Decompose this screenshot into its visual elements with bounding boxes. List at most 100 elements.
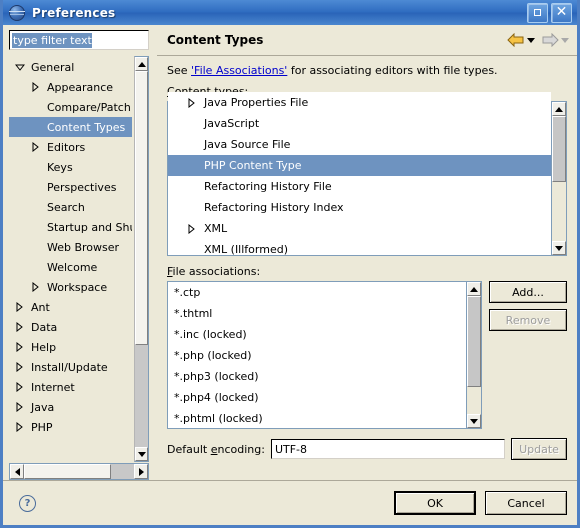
ct-scroll-down-button[interactable]	[552, 241, 566, 255]
forward-button[interactable]	[541, 33, 569, 47]
tree-item[interactable]: General	[9, 57, 132, 77]
add-button[interactable]: Add...	[489, 281, 567, 303]
file-associations-list-body[interactable]: *.ctp *.thtml *.inc (locked) *.php (locked)…	[168, 282, 466, 428]
content-type-row[interactable]: PHP Content Type	[168, 155, 551, 176]
file-association-row[interactable]: *.thtml	[168, 303, 466, 324]
file-association-row[interactable]: *.inc (locked)	[168, 324, 466, 345]
chevron-right-icon[interactable]	[13, 302, 26, 312]
maximize-button[interactable]	[527, 2, 548, 23]
scroll-left-button[interactable]	[10, 464, 24, 479]
tree-item[interactable]: Internet	[9, 377, 132, 397]
content-type-label: XML	[204, 222, 228, 235]
tree-item[interactable]: Search	[9, 197, 132, 217]
preference-tree[interactable]: General Appearance Compare/Patch Content Ty…	[9, 56, 132, 462]
chevron-right-icon[interactable]	[184, 223, 198, 234]
help-icon[interactable]: ?	[19, 494, 36, 512]
ct-scroll-track[interactable]	[552, 116, 566, 241]
forward-dropdown-chevron-icon[interactable]	[561, 37, 569, 43]
content-types-scrollbar[interactable]	[551, 102, 566, 255]
file-association-row[interactable]: *.ctp	[168, 282, 466, 303]
fa-scroll-down-button[interactable]	[467, 414, 481, 428]
arrow-up-icon	[470, 286, 478, 292]
tree-vertical-scrollbar[interactable]	[134, 56, 149, 462]
file-association-label: *.thtml	[174, 307, 213, 320]
content-type-row[interactable]: Java Properties File	[168, 92, 551, 113]
window-controls: ✕	[527, 2, 572, 23]
file-association-label: *.inc (locked)	[174, 328, 247, 341]
fa-scrollbar[interactable]	[466, 282, 481, 428]
close-button[interactable]: ✕	[551, 2, 572, 23]
file-association-row[interactable]: *.php (locked)	[168, 345, 466, 366]
tree-item[interactable]: Compare/Patch	[9, 97, 132, 117]
tree-item[interactable]: Appearance	[9, 77, 132, 97]
chevron-right-icon[interactable]	[29, 82, 42, 92]
chevron-right-icon[interactable]	[13, 402, 26, 412]
tree-item[interactable]: Editors	[9, 137, 132, 157]
tree-item-label: Workspace	[47, 280, 108, 294]
ct-scroll-up-button[interactable]	[552, 102, 566, 116]
tree-item[interactable]: Install/Update	[9, 357, 132, 377]
content-type-row[interactable]: Refactoring History Index	[168, 197, 551, 218]
scroll-up-button[interactable]	[135, 57, 148, 71]
chevron-right-icon[interactable]	[184, 97, 198, 108]
arrow-right-icon	[138, 467, 144, 476]
chevron-right-icon[interactable]	[13, 382, 26, 392]
back-dropdown-chevron-icon[interactable]	[527, 37, 535, 43]
tree-item[interactable]: Data	[9, 317, 132, 337]
default-encoding-row: Default encoding: UTF-8 Update	[167, 438, 567, 462]
arrow-down-icon	[470, 418, 478, 424]
chevron-right-icon[interactable]	[29, 142, 42, 152]
remove-button[interactable]: Remove	[489, 309, 567, 331]
hscroll-thumb[interactable]	[24, 464, 111, 479]
update-button[interactable]: Update	[511, 438, 567, 460]
content-type-row[interactable]: XML	[168, 218, 551, 239]
default-encoding-input[interactable]: UTF-8	[270, 439, 505, 459]
tree-item[interactable]: Keys	[9, 157, 132, 177]
content-types-list-body[interactable]: Java Properties File JavaScript Java Sourc…	[168, 92, 551, 255]
file-association-row[interactable]: *.php3 (locked)	[168, 366, 466, 387]
ok-button[interactable]: OK	[394, 491, 476, 515]
chevron-right-icon[interactable]	[13, 322, 26, 332]
tree-item[interactable]: PHP	[9, 417, 132, 437]
tree-item[interactable]: Workspace	[9, 277, 132, 297]
hscroll-track[interactable]	[24, 464, 134, 479]
file-association-row[interactable]: *.phtml (locked)	[168, 408, 466, 428]
chevron-right-icon[interactable]	[13, 422, 26, 432]
tree-item[interactable]: Web Browser	[9, 237, 132, 257]
update-button-label: Update	[519, 442, 559, 456]
tree-horizontal-scrollbar[interactable]	[9, 463, 149, 480]
arrow-down-icon	[555, 245, 563, 251]
tree-item[interactable]: Java	[9, 397, 132, 417]
file-associations-list[interactable]: *.ctp *.thtml *.inc (locked) *.php (locked)…	[167, 281, 482, 429]
file-association-row[interactable]: *.php4 (locked)	[168, 387, 466, 408]
scroll-right-button[interactable]	[134, 464, 148, 479]
tree-item[interactable]: Content Types	[9, 117, 132, 137]
chevron-down-icon[interactable]	[13, 63, 26, 72]
add-button-label: Add...	[512, 285, 544, 299]
scroll-down-button[interactable]	[135, 447, 148, 461]
fa-scroll-up-button[interactable]	[467, 282, 481, 296]
chevron-right-icon[interactable]	[29, 282, 42, 292]
tree-item[interactable]: Welcome	[9, 257, 132, 277]
tree-item[interactable]: Help	[9, 337, 132, 357]
chevron-right-icon[interactable]	[13, 342, 26, 352]
content-type-row[interactable]: XML (Illformed)	[168, 239, 551, 255]
tree-item[interactable]: Perspectives	[9, 177, 132, 197]
content-type-row[interactable]: Refactoring History File	[168, 176, 551, 197]
content-type-row[interactable]: JavaScript	[168, 113, 551, 134]
scroll-thumb[interactable]	[135, 71, 148, 346]
chevron-right-icon[interactable]	[13, 362, 26, 372]
fa-scroll-track[interactable]	[467, 296, 481, 414]
content-types-list[interactable]: Java Properties File JavaScript Java Sourc…	[167, 92, 567, 256]
cancel-button[interactable]: Cancel	[485, 491, 567, 515]
filter-input[interactable]: type filter text	[9, 30, 149, 50]
content-type-row[interactable]: Java Source File	[168, 134, 551, 155]
back-button[interactable]	[507, 33, 535, 47]
tree-item[interactable]: Ant	[9, 297, 132, 317]
ct-scroll-thumb[interactable]	[552, 116, 566, 183]
scroll-track[interactable]	[135, 71, 148, 447]
fa-scroll-thumb[interactable]	[467, 296, 481, 387]
file-associations-link[interactable]: 'File Associations'	[191, 64, 287, 77]
tree-item[interactable]: Startup and Shutdo	[9, 217, 132, 237]
content-pane: Content Types See 'File Associations' fo…	[157, 25, 577, 480]
